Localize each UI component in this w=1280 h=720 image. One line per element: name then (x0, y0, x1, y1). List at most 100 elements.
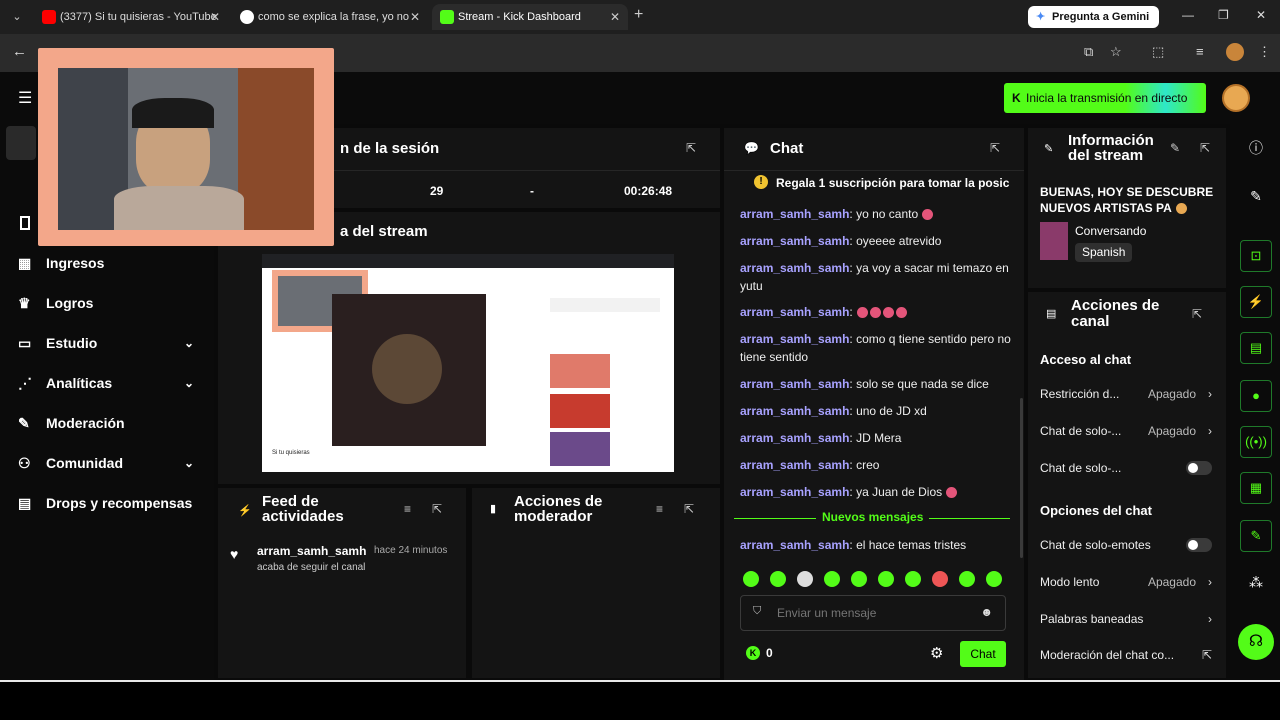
setting-row-chat-moderation[interactable]: Moderación del chat co... ⇱ (1040, 646, 1212, 664)
kick-icon (440, 10, 454, 24)
expand-icon[interactable]: ⇱ (684, 502, 694, 516)
gift-icon: ! (754, 175, 768, 189)
sidebar-item-drops[interactable]: ▤ Drops y recompensas (18, 491, 198, 515)
gemini-button[interactable]: ✦ Pregunta a Gemini (1028, 6, 1160, 28)
tab-kick-dashboard[interactable]: Stream - Kick Dashboard ✕ (432, 4, 628, 30)
tab-search-icon[interactable]: ⌄ (8, 8, 26, 26)
wrench-icon[interactable]: ✎ (1240, 520, 1272, 552)
expand-icon[interactable]: ⇱ (686, 141, 696, 155)
preview-thumbnail (550, 394, 610, 428)
sidebar-item-logros[interactable]: ♛ Logros (18, 291, 198, 315)
tab-youtube[interactable]: (3377) Si tu quisieras - YouTube ✕ (34, 4, 228, 30)
close-icon[interactable]: ✕ (610, 4, 620, 30)
sidebar-item-active[interactable] (6, 126, 36, 160)
sidebar-item-comunidad[interactable]: ⚇ Comunidad ⌄ (18, 451, 198, 475)
chat-username[interactable]: arram_samh_samh (740, 207, 849, 221)
expand-icon[interactable]: ⇱ (1192, 307, 1202, 321)
sidebar-item-moderacion[interactable]: ✎ Moderación (18, 411, 198, 435)
emote-icon[interactable] (932, 571, 948, 587)
chat-scrollbar[interactable] (1020, 398, 1023, 558)
camera-scan-icon[interactable]: ⊡ (1240, 240, 1272, 272)
emote-icon[interactable] (905, 571, 921, 587)
expand-icon[interactable]: ⇱ (1200, 141, 1210, 155)
close-icon[interactable]: ✕ (210, 4, 220, 30)
chat-username[interactable]: arram_samh_samh (740, 538, 849, 552)
sidebar-item-ingresos[interactable]: ▦ Ingresos (18, 251, 198, 275)
pinned-gift-message[interactable]: Regala 1 suscripción para tomar la posic… (776, 176, 1010, 190)
chat-bubble-icon: 💬 (744, 141, 759, 155)
chevron-down-icon[interactable]: ⌄ (184, 371, 194, 395)
chat-settings-gear-icon[interactable]: ⚙ (930, 644, 943, 662)
chat-message-input[interactable] (777, 604, 967, 622)
chevron-down-icon[interactable]: ⌄ (184, 331, 194, 355)
category-name[interactable]: Conversando (1075, 224, 1146, 238)
subscribers-only-toggle[interactable] (1186, 461, 1212, 475)
shield-icon[interactable]: ⛉ (753, 605, 761, 618)
broadcast-icon[interactable]: ((•)) (1240, 426, 1272, 458)
profile-avatar[interactable] (1226, 43, 1244, 61)
setting-row-followers-only[interactable]: Chat de solo-... Apagado › (1040, 422, 1212, 440)
chat-input-box[interactable]: ⛉ ☻ (740, 595, 1006, 631)
filter-icon[interactable]: ≡ (656, 502, 663, 516)
expand-icon[interactable]: ⇱ (990, 141, 1000, 155)
emote-icon[interactable] (851, 571, 867, 587)
hamburger-menu-icon[interactable]: ☰ (18, 88, 32, 108)
emote-icon[interactable] (743, 571, 759, 587)
emote-icon[interactable] (770, 571, 786, 587)
setting-row-slow-mode[interactable]: Modo lento Apagado › (1040, 573, 1212, 591)
category-thumbnail[interactable] (1040, 222, 1068, 260)
chat-username[interactable]: arram_samh_samh (740, 485, 849, 499)
emoji-picker-icon[interactable]: ☻ (980, 605, 993, 619)
filter-icon[interactable]: ≡ (404, 502, 411, 516)
edit-pencil-icon[interactable]: ✎ (1170, 141, 1180, 155)
layout-icon[interactable]: ▦ (1240, 472, 1272, 504)
kicks-icon[interactable]: K (746, 646, 760, 660)
bolt-icon[interactable]: ⚡ (1240, 286, 1272, 318)
close-window-icon[interactable]: ✕ (1256, 8, 1266, 22)
translate-icon[interactable]: ⧉ (1084, 44, 1093, 60)
setting-row-banned-words[interactable]: Palabras baneadas › (1040, 610, 1212, 628)
back-arrow-icon[interactable]: ← (12, 43, 27, 60)
emote-icon[interactable] (986, 571, 1002, 587)
chat-username[interactable]: arram_samh_samh (740, 234, 849, 248)
tab-google[interactable]: como se explica la frase, yo no ✕ (232, 4, 428, 30)
connections-icon[interactable]: ⁂ (1240, 566, 1272, 598)
extensions-icon[interactable]: ⬚ (1152, 44, 1164, 60)
chat-username[interactable]: arram_samh_samh (740, 404, 849, 418)
emotes-only-toggle[interactable] (1186, 538, 1212, 552)
chat-username[interactable]: arram_samh_samh (740, 458, 849, 472)
chat-username[interactable]: arram_samh_samh (740, 332, 849, 346)
go-live-button[interactable]: K Inicia la transmisión en directo (1004, 83, 1206, 113)
maximize-icon[interactable]: ❐ (1218, 8, 1229, 22)
chat-username[interactable]: arram_samh_samh (740, 377, 849, 391)
user-avatar[interactable] (1222, 84, 1250, 112)
menu-dots-icon[interactable]: ⋮ (1258, 44, 1271, 60)
new-messages-label[interactable]: Nuevos mensajes (816, 510, 930, 524)
new-tab-icon[interactable]: + (634, 6, 643, 24)
close-icon[interactable]: ✕ (410, 4, 420, 30)
info-icon[interactable]: ⓘ (1240, 132, 1272, 164)
emote-icon[interactable] (959, 571, 975, 587)
chat-username[interactable]: arram_samh_samh (740, 261, 849, 275)
emote-icon[interactable] (824, 571, 840, 587)
emote-icon[interactable] (797, 571, 813, 587)
star-icon[interactable]: ☆ (1110, 44, 1122, 60)
sidebar-item-estudio[interactable]: ▭ Estudio ⌄ (18, 331, 198, 355)
expand-icon[interactable]: ⇱ (432, 502, 442, 516)
edit-pencil-icon[interactable]: ✎ (1240, 180, 1272, 212)
chat-username[interactable]: arram_samh_samh (740, 431, 849, 445)
chat-send-button[interactable]: Chat (960, 641, 1006, 667)
chevron-down-icon[interactable]: ⌄ (184, 451, 194, 475)
sidebar-item-analiticas[interactable]: ⋰ Analíticas ⌄ (18, 371, 198, 395)
feed-item-user[interactable]: arram_samh_samh (257, 544, 366, 558)
setting-row-restriction[interactable]: Restricción d... Apagado › (1040, 385, 1212, 403)
minimize-icon[interactable]: — (1182, 8, 1194, 22)
media-icon[interactable]: ≡ (1196, 44, 1204, 59)
emote-icon[interactable] (878, 571, 894, 587)
chat-username[interactable]: arram_samh_samh (740, 305, 849, 319)
document-icon[interactable]: ▤ (1240, 332, 1272, 364)
session-title: n de la sesión (340, 140, 440, 157)
stream-preview-video[interactable]: Si tu quisieras (262, 254, 674, 472)
chat-bubble-icon[interactable]: ● (1240, 380, 1272, 412)
support-headset-icon[interactable]: ☊ (1238, 624, 1274, 660)
